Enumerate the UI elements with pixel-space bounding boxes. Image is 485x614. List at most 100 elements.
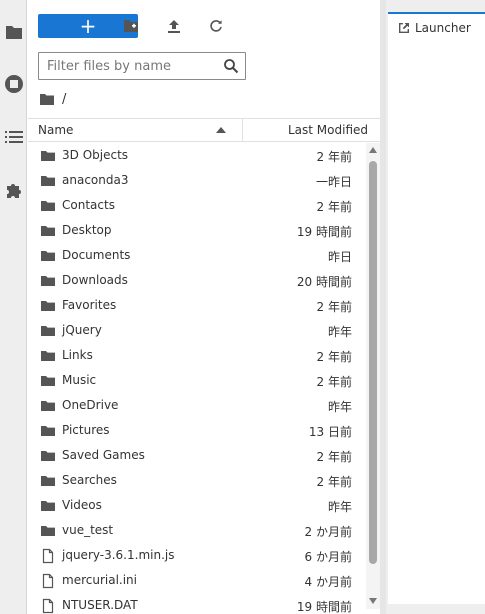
stop-circle-icon <box>4 75 23 93</box>
file-list-item[interactable]: anaconda3 一昨日 <box>28 168 368 193</box>
tab-launcher-label: Launcher <box>415 21 471 35</box>
new-folder-button[interactable] <box>122 17 140 35</box>
file-list-item[interactable]: Contacts 2 年前 <box>28 193 368 218</box>
file-list-item[interactable]: Searches 2 年前 <box>28 468 368 493</box>
table-of-contents-tab[interactable] <box>0 117 27 157</box>
file-modified: 19 時間前 <box>296 225 352 239</box>
file-browser-toolbar: + <box>28 0 380 46</box>
file-list-item[interactable]: 3D Objects 2 年前 <box>28 143 368 168</box>
file-list-item[interactable]: Links 2 年前 <box>28 343 368 368</box>
file-name: NTUSER.DAT <box>62 598 138 612</box>
breadcrumb-path[interactable]: / <box>62 92 66 107</box>
file-modified: 昨年 <box>327 500 352 514</box>
folder-icon <box>40 498 56 514</box>
file-modified: 2 年前 <box>316 475 352 489</box>
file-list-item[interactable]: Pictures 13 日前 <box>28 418 368 443</box>
file-modified: 一昨日 <box>315 175 352 189</box>
file-list-item[interactable]: jQuery 昨年 <box>28 318 368 343</box>
file-name: Music <box>62 373 97 387</box>
folder-icon <box>40 298 56 314</box>
scroll-down-icon[interactable] <box>369 598 377 604</box>
tab-launcher[interactable]: Launcher <box>388 12 485 42</box>
home-folder-icon[interactable] <box>40 93 54 105</box>
file-name: Desktop <box>62 223 112 237</box>
file-name: jQuery <box>62 323 102 337</box>
search-icon <box>224 59 239 74</box>
file-list-item[interactable]: NTUSER.DAT 19 時間前 <box>28 593 368 614</box>
file-list-item[interactable]: Music 2 年前 <box>28 368 368 393</box>
sort-ascending-icon <box>216 127 226 133</box>
file-name: Downloads <box>62 273 128 287</box>
main-dock-area: Launcher <box>386 0 485 614</box>
file-icon <box>40 548 56 564</box>
filter-input[interactable] <box>39 53 219 79</box>
file-list-item[interactable]: OneDrive 昨年 <box>28 393 368 418</box>
file-modified: 2 年前 <box>316 375 352 389</box>
folder-icon <box>40 473 56 489</box>
scroll-thumb[interactable] <box>369 161 377 564</box>
file-modified: 2 年前 <box>316 350 352 364</box>
file-list-scrollbar[interactable] <box>366 143 380 609</box>
file-name: Favorites <box>62 298 117 312</box>
file-modified: 19 時間前 <box>296 600 352 614</box>
file-browser-panel: + / Name Last Modified 3D Objects 2 年前 ana… <box>28 0 380 614</box>
file-name: Contacts <box>62 198 115 212</box>
file-modified: 2 年前 <box>316 200 352 214</box>
list-header: Name Last Modified <box>28 118 380 142</box>
file-modified: 2 年前 <box>316 300 352 314</box>
file-list-item[interactable]: jquery-3.6.1.min.js 6 か月前 <box>28 543 368 568</box>
folder-icon <box>40 148 56 164</box>
file-name: 3D Objects <box>62 148 129 162</box>
file-name: Links <box>62 348 93 362</box>
folder-icon <box>5 26 22 39</box>
file-icon <box>40 573 56 589</box>
file-modified: 20 時間前 <box>296 275 352 289</box>
new-folder-icon <box>124 20 138 32</box>
extension-manager-tab[interactable] <box>0 170 27 210</box>
file-list-item[interactable]: Favorites 2 年前 <box>28 293 368 318</box>
file-name: Pictures <box>62 423 110 437</box>
file-name: OneDrive <box>62 398 119 412</box>
folder-icon <box>40 398 56 414</box>
folder-icon <box>40 248 56 264</box>
folder-icon <box>40 373 56 389</box>
file-name: vue_test <box>62 523 114 537</box>
file-modified: 6 か月前 <box>304 550 352 564</box>
upload-button[interactable] <box>165 17 183 35</box>
activity-bar <box>0 0 27 614</box>
name-column-header[interactable]: Name <box>38 123 73 137</box>
scroll-up-icon[interactable] <box>369 147 377 153</box>
file-browser-tab[interactable] <box>0 12 27 52</box>
file-name: Documents <box>62 248 131 262</box>
launch-icon <box>399 23 409 33</box>
file-modified: 2 か月前 <box>304 525 352 539</box>
file-name: Searches <box>62 473 117 487</box>
file-modified: 昨年 <box>327 325 352 339</box>
folder-icon <box>40 423 56 439</box>
folder-icon <box>40 523 56 539</box>
file-modified: 昨日 <box>327 250 352 264</box>
folder-icon <box>40 173 56 189</box>
modified-column-header[interactable]: Last Modified <box>288 123 368 137</box>
column-divider[interactable] <box>242 119 243 141</box>
file-modified: 13 日前 <box>308 425 352 439</box>
file-modified: 2 年前 <box>316 450 352 464</box>
puzzle-icon <box>6 184 21 198</box>
folder-icon <box>40 273 56 289</box>
file-list-item[interactable]: Documents 昨日 <box>28 243 368 268</box>
refresh-icon <box>210 20 222 32</box>
file-list-item[interactable]: Videos 昨年 <box>28 493 368 518</box>
file-list-item[interactable]: Saved Games 2 年前 <box>28 443 368 468</box>
file-list-item[interactable]: Desktop 19 時間前 <box>28 218 368 243</box>
file-name: anaconda3 <box>62 173 129 187</box>
file-list-item[interactable]: mercurial.ini 4 か月前 <box>28 568 368 593</box>
list-icon <box>4 131 23 143</box>
file-modified: 2 年前 <box>316 150 352 164</box>
file-modified: 4 か月前 <box>304 575 352 589</box>
refresh-button[interactable] <box>207 17 225 35</box>
file-list-item[interactable]: Downloads 20 時間前 <box>28 268 368 293</box>
folder-icon <box>40 223 56 239</box>
file-name: Videos <box>62 498 102 512</box>
running-sessions-tab[interactable] <box>0 64 27 104</box>
file-list-item[interactable]: vue_test 2 か月前 <box>28 518 368 543</box>
